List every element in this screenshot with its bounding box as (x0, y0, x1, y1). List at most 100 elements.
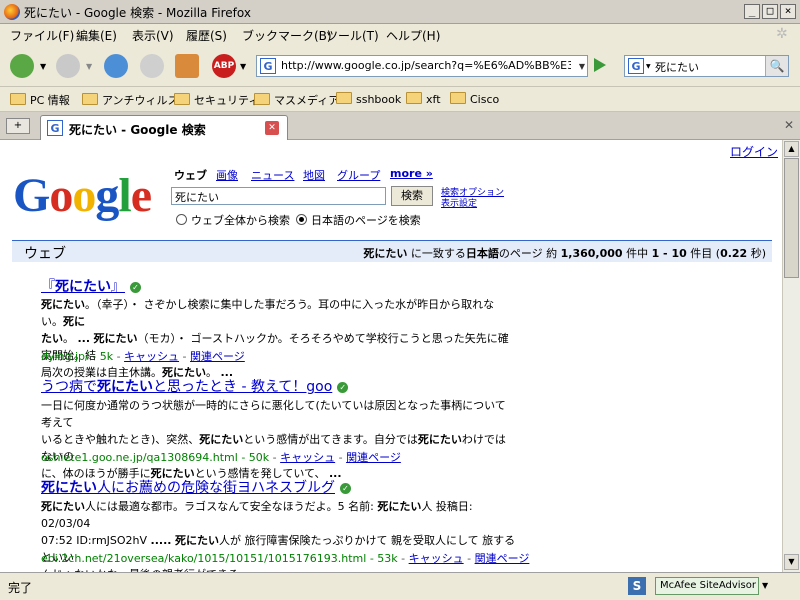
forward-dropdown-icon[interactable]: ▼ (86, 62, 92, 71)
stop-icon[interactable] (140, 54, 164, 78)
siteadvisor-safe-icon[interactable]: ✓ (337, 382, 349, 393)
scroll-down-icon[interactable]: ▼ (784, 554, 799, 570)
bookmark-item[interactable]: セキュリティ (174, 92, 259, 108)
menu-history[interactable]: 履歴(S) (186, 27, 227, 44)
logo-letter: o (72, 169, 96, 222)
url-text[interactable]: http://www.google.co.jp/search?q=%E6%AD%… (281, 59, 571, 72)
tab-active[interactable]: G 死にたい - Google 検索 ✕ (40, 115, 288, 140)
result-url-line: oshiete1.goo.ne.jp/qa1308694.html - 50k … (41, 451, 401, 464)
tab-groups[interactable]: グループ (337, 167, 380, 183)
search-input[interactable]: 死にたい (655, 59, 699, 75)
bookmark-item[interactable]: sshbook (336, 92, 401, 106)
menu-edit[interactable]: 編集(E) (76, 27, 117, 44)
search-icon[interactable]: 🔍 (765, 56, 788, 76)
query-input[interactable]: 死にたい (171, 187, 386, 205)
bookmark-item[interactable]: PC 情報 (10, 92, 70, 108)
go-icon[interactable] (594, 58, 606, 72)
skype-icon[interactable]: S (628, 577, 646, 595)
throbber-icon: ✲ (776, 26, 788, 42)
result-title-link[interactable]: うつ病で死にたいと思ったとき - 教えて！goo ✓ (41, 376, 349, 396)
preferences-link[interactable]: 表示設定 (441, 196, 477, 209)
menu-bookmarks[interactable]: ブックマーク(B) (242, 27, 332, 44)
menu-file[interactable]: ファイル(F) (10, 27, 74, 44)
folder-icon (174, 93, 190, 105)
menu-view[interactable]: 表示(V) (132, 27, 174, 44)
title-bar: 死にたい - Google 検索 - Mozilla Firefox _ □ × (0, 0, 800, 24)
tab-favicon-icon: G (47, 120, 63, 136)
tab-label: 死にたい - Google 検索 (69, 123, 206, 137)
home-icon[interactable] (175, 54, 199, 78)
tab-more[interactable]: more » (390, 167, 433, 180)
address-bar[interactable]: G http://www.google.co.jp/search?q=%E6%A… (256, 55, 588, 77)
logo-letter: G (13, 169, 50, 222)
related-link[interactable]: 関連ページ (190, 350, 245, 363)
close-tab-icon[interactable]: ✕ (784, 118, 794, 132)
bookmark-item[interactable]: マスメディア (254, 92, 339, 108)
folder-icon (10, 93, 26, 105)
mcafee-siteadvisor-button[interactable]: McAfee SiteAdvisor (655, 577, 759, 595)
folder-icon (406, 92, 422, 104)
menu-bar: ファイル(F) 編集(E) 表示(V) 履歴(S) ブックマーク(B) ツール(… (0, 24, 800, 46)
menu-help[interactable]: ヘルプ(H) (386, 27, 440, 44)
siteadvisor-safe-icon[interactable]: ✓ (130, 282, 141, 293)
siteadvisor-safe-icon[interactable]: ✓ (340, 483, 351, 494)
radio-all-web[interactable]: ウェブ全体から検索 (176, 212, 290, 228)
search-bar[interactable]: G ▼ 死にたい 🔍 (624, 55, 789, 77)
results-bar: ウェブ 死にたい に一致する日本語のページ 約 1,360,000 件中 1 -… (12, 240, 772, 262)
scroll-up-icon[interactable]: ▲ (784, 141, 799, 157)
scroll-thumb[interactable] (784, 158, 799, 278)
folder-icon (254, 93, 270, 105)
cache-link[interactable]: キャッシュ (409, 552, 464, 565)
close-window-button[interactable]: × (780, 4, 796, 19)
tab-news[interactable]: ニュース (251, 167, 294, 183)
bookmark-item[interactable]: アンチウィルス (82, 92, 179, 108)
radio-selected-icon[interactable] (296, 214, 307, 225)
logo-letter: e (130, 169, 152, 222)
result-url-line: ebi.2ch.net/21oversea/kako/1015/10151/10… (41, 552, 530, 565)
tab-maps[interactable]: 地図 (303, 167, 325, 183)
url-dropdown-icon[interactable]: ▼ (579, 62, 585, 71)
folder-icon (450, 92, 466, 104)
logo-letter: g (95, 169, 119, 222)
maximize-button[interactable]: □ (762, 4, 778, 19)
adblock-icon[interactable]: ABP (212, 54, 236, 78)
engine-dropdown-icon[interactable]: ▼ (646, 63, 651, 70)
status-text: 完了 (8, 581, 33, 595)
site-favicon-icon: G (260, 58, 276, 74)
result-url-line: dying.jp/ - 5k - キャッシュ - 関連ページ (41, 350, 245, 363)
minimize-button[interactable]: _ (744, 4, 760, 19)
results-summary: 死にたい に一致する日本語のページ 約 1,360,000 件中 1 - 10 … (363, 247, 766, 260)
tab-close-icon[interactable]: ✕ (265, 121, 279, 135)
vertical-scrollbar[interactable]: ▲ ▼ (782, 140, 800, 572)
logo-letter: l (118, 169, 131, 222)
bookmark-item[interactable]: xft (406, 92, 441, 106)
back-icon[interactable] (10, 54, 34, 78)
cache-link[interactable]: キャッシュ (280, 451, 335, 464)
logo-letter: o (49, 169, 73, 222)
results-label: ウェブ (24, 246, 66, 262)
result-title-link[interactable]: 死にたい人にお薦めの危険な街ヨハネスブルグ ✓ (41, 477, 351, 497)
radio-japanese[interactable]: 日本語のページを検索 (296, 212, 421, 228)
back-dropdown-icon[interactable]: ▼ (40, 62, 46, 71)
forward-icon[interactable] (56, 54, 80, 78)
adblock-dropdown-icon[interactable]: ▼ (240, 62, 246, 71)
window-title: 死にたい - Google 検索 - Mozilla Firefox (24, 6, 251, 20)
tab-images[interactable]: 画像 (216, 167, 238, 183)
bookmark-item[interactable]: Cisco (450, 92, 499, 106)
result-title-link[interactable]: 『死にたい』 ✓ (41, 276, 141, 296)
radio-icon[interactable] (176, 214, 187, 225)
login-link[interactable]: ログイン (730, 143, 778, 160)
tab-web: ウェブ (174, 169, 207, 182)
folder-icon (82, 93, 98, 105)
search-engine-icon[interactable]: G (628, 58, 644, 74)
tab-bar: + G 死にたい - Google 検索 ✕ ✕ (0, 112, 800, 140)
cache-link[interactable]: キャッシュ (124, 350, 179, 363)
related-link[interactable]: 関連ページ (475, 552, 530, 565)
google-logo[interactable]: Google (13, 168, 152, 223)
search-button[interactable]: 検索 (391, 186, 433, 206)
new-tab-icon[interactable]: + (6, 118, 30, 134)
reload-icon[interactable] (104, 54, 128, 78)
mcafee-dropdown-icon[interactable]: ▼ (762, 581, 768, 590)
related-link[interactable]: 関連ページ (346, 451, 401, 464)
menu-tools[interactable]: ツール(T) (326, 27, 379, 44)
